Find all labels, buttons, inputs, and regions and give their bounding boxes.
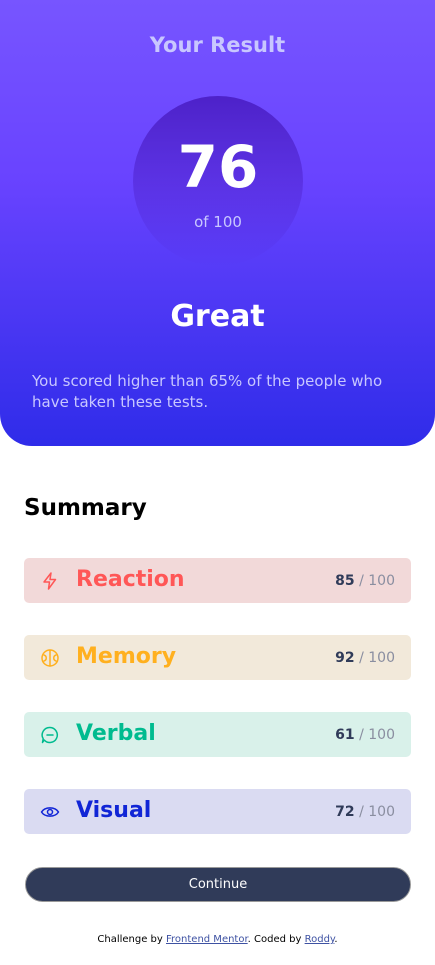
score-circle: 76 of 100: [133, 96, 303, 266]
summary-title: Summary: [24, 495, 147, 521]
brain-icon: [41, 649, 59, 667]
summary-score: 85 / 100: [335, 573, 395, 589]
summary-score: 92 / 100: [335, 650, 395, 666]
result-card: Your Result 76 of 100 Great You scored h…: [0, 0, 435, 446]
result-message: You scored higher than 65% of the people…: [32, 372, 383, 411]
frontend-mentor-link[interactable]: Frontend Mentor: [166, 934, 248, 945]
attribution: Challenge by Frontend Mentor. Coded by R…: [97, 934, 338, 945]
summary-row-verbal: Verbal 61 / 100: [24, 712, 411, 757]
grade-label: Great: [170, 299, 265, 334]
score-value: 76: [177, 133, 259, 201]
score-of-label: of 100: [194, 213, 242, 231]
summary-label: Memory: [76, 644, 177, 669]
summary-row-memory: Memory 92 / 100: [24, 635, 411, 680]
summary-label: Visual: [76, 798, 152, 823]
summary-label: Reaction: [76, 567, 185, 592]
summary-row-visual: Visual 72 / 100: [24, 789, 411, 834]
summary-label: Verbal: [76, 721, 156, 746]
chat-icon: [41, 726, 59, 744]
summary-score: 72 / 100: [335, 804, 395, 820]
continue-button[interactable]: Continue: [25, 867, 411, 902]
author-link[interactable]: Roddy: [305, 934, 335, 945]
eye-icon: [40, 807, 60, 817]
summary-row-reaction: Reaction 85 / 100: [24, 558, 411, 603]
summary-score: 61 / 100: [335, 727, 395, 743]
lightning-icon: [43, 572, 57, 590]
result-title: Your Result: [149, 33, 286, 57]
